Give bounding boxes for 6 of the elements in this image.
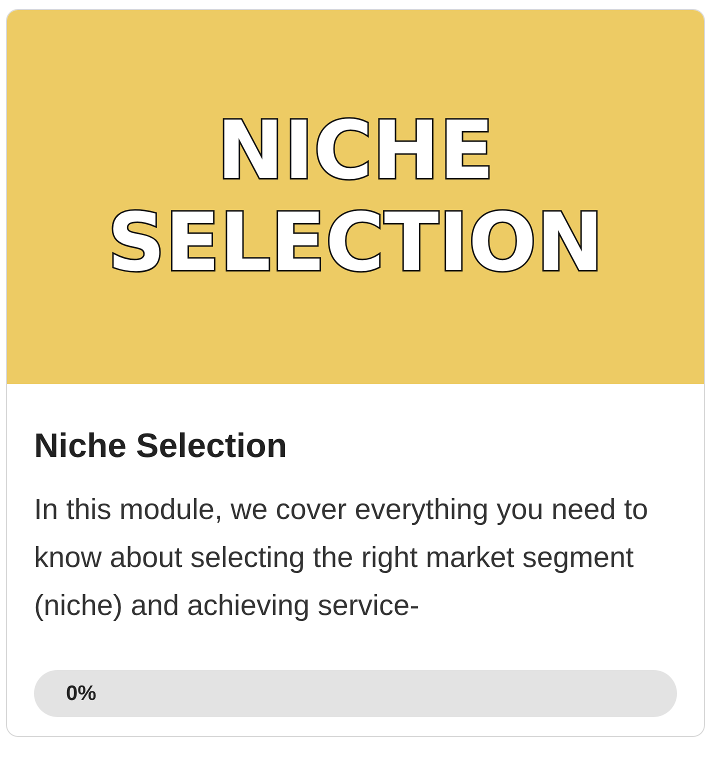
banner-title: SELECTION: [108, 197, 604, 289]
banner-title: NICHE: [216, 105, 494, 197]
progress-reading: 0%: [66, 680, 96, 707]
module-title: Niche Selection: [34, 426, 288, 467]
module-card[interactable]: NICHE SELECTION Niche Selection In this module, we cover everything you need to know about selecting the right market segment (niche) and achieving service- 0%: [6, 9, 705, 737]
module-description: In this module, we cover everything you need to know about selecting the right market segment (niche) and achieving service-: [34, 493, 650, 624]
